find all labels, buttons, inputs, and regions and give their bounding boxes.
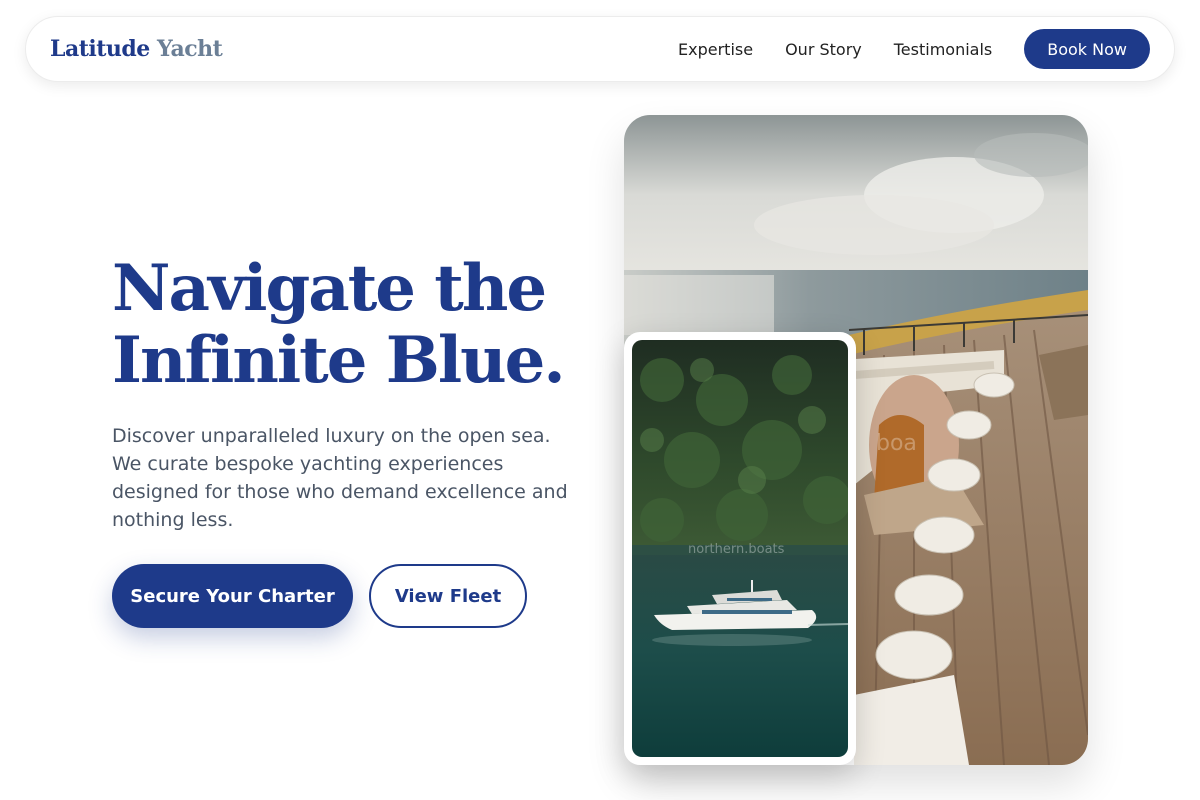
- view-fleet-button[interactable]: View Fleet: [369, 564, 527, 628]
- nav-link-testimonials[interactable]: Testimonials: [894, 40, 993, 59]
- nav-link-expertise[interactable]: Expertise: [678, 40, 753, 59]
- secure-charter-button[interactable]: Secure Your Charter: [112, 564, 353, 628]
- brand-logo[interactable]: Latitude Yacht: [50, 36, 223, 62]
- hero-title-line-2: Infinite Blue.: [112, 323, 566, 398]
- nav-link-our-story[interactable]: Our Story: [785, 40, 862, 59]
- hero-title-line-1: Navigate the: [112, 251, 547, 326]
- yacht-inset-image: northern.boats: [632, 340, 848, 757]
- logo-text-secondary: Yacht: [156, 36, 223, 62]
- image-watermark: boa: [876, 431, 917, 456]
- logo-text-primary: Latitude: [50, 36, 150, 62]
- hero-description: Discover unparalleled luxury on the open…: [112, 425, 568, 531]
- navbar: Latitude Yacht Expertise Our Story Testi…: [25, 16, 1175, 82]
- nav-links: Expertise Our Story Testimonials Book No…: [678, 29, 1150, 69]
- book-now-button[interactable]: Book Now: [1024, 29, 1150, 69]
- hero-title: Navigate the Infinite Blue.: [112, 253, 582, 397]
- yacht-inset-frame: northern.boats: [624, 332, 856, 765]
- inset-image-watermark: northern.boats: [688, 542, 785, 557]
